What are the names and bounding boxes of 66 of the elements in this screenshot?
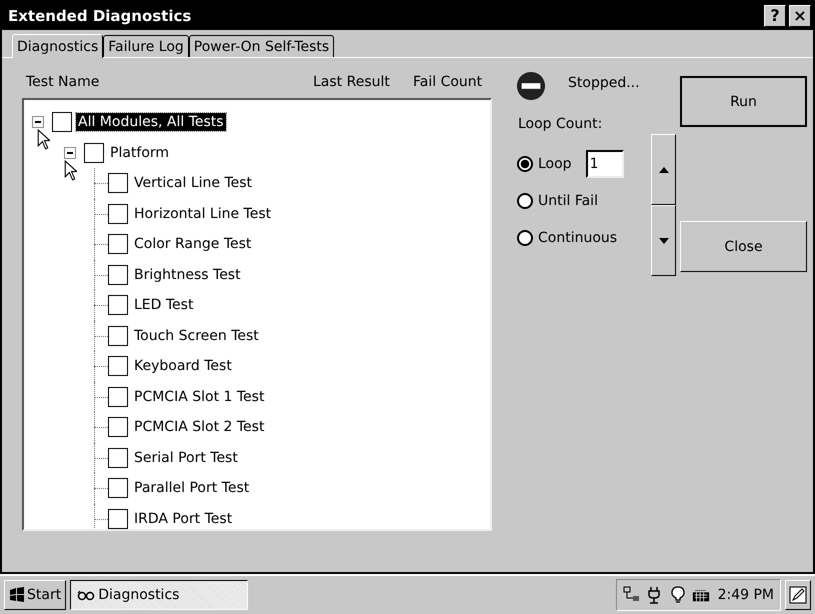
checkbox[interactable] [108, 448, 128, 468]
checkbox[interactable] [108, 508, 128, 529]
tree-item[interactable]: Parallel Port Test [132, 479, 252, 498]
expander-icon[interactable] [64, 146, 76, 159]
tree-item[interactable]: IRDA Port Test [132, 510, 234, 528]
start-button[interactable]: Start [4, 580, 66, 610]
radio-label: Loop [538, 156, 572, 172]
tab[interactable]: Power-On Self-Tests [188, 35, 334, 57]
checkbox[interactable] [52, 112, 72, 132]
network-icon [622, 586, 641, 604]
run-button[interactable]: Run [680, 76, 807, 127]
pointer-icon [37, 129, 50, 150]
tab[interactable]: Failure Log [103, 35, 189, 57]
checkbox[interactable] [84, 142, 104, 163]
desktop-button[interactable] [785, 580, 811, 610]
checkbox[interactable] [108, 386, 128, 407]
spin-up-button[interactable] [651, 134, 676, 205]
checkbox[interactable] [108, 295, 128, 316]
checkbox[interactable] [108, 234, 128, 254]
tree-item[interactable]: Color Range Test [132, 235, 254, 254]
tree-item[interactable]: LED Test [132, 296, 196, 314]
checkbox[interactable] [108, 173, 128, 194]
windows-flag-icon [9, 587, 25, 603]
window-title: Extended Diagnostics [8, 7, 192, 25]
tree-item[interactable]: Vertical Line Test [132, 174, 254, 192]
tree-item[interactable]: Touch Screen Test [132, 326, 261, 345]
spin-down-button[interactable] [651, 205, 676, 276]
column-header: Last Result [313, 74, 391, 90]
radio-button[interactable] [517, 156, 533, 172]
tree-item[interactable]: PCMCIA Slot 1 Test [132, 388, 266, 406]
radio-button[interactable] [517, 192, 533, 208]
column-header: Test Name [25, 74, 100, 90]
tab[interactable]: Diagnostics [12, 34, 104, 58]
taskbar-button[interactable]: Diagnostics [70, 580, 248, 610]
tree-item[interactable]: Brightness Test [132, 266, 243, 284]
close-button[interactable]: × [789, 5, 811, 27]
checkbox[interactable] [108, 264, 128, 285]
tree-item[interactable]: Keyboard Test [132, 357, 234, 376]
pointer-icon [64, 160, 77, 181]
help-button[interactable]: ? [764, 5, 786, 27]
clock-text: 2:49 PM [718, 587, 774, 603]
tree-item[interactable]: Platform [108, 144, 172, 162]
checkbox[interactable] [108, 356, 128, 376]
column-header: Fail Count [413, 74, 482, 90]
stop-icon [516, 71, 546, 101]
radio-label: Continuous [538, 230, 618, 246]
checkbox[interactable] [108, 478, 128, 498]
lightbulb-icon [668, 586, 687, 604]
glasses-icon [77, 589, 96, 601]
close-button[interactable]: Close [680, 221, 807, 272]
tree-item[interactable]: PCMCIA Slot 2 Test [132, 418, 266, 436]
status-text: Stopped... [568, 75, 640, 91]
tree-item[interactable]: All Modules, All Tests [76, 113, 226, 132]
tree-item[interactable]: Horizontal Line Test [132, 204, 274, 223]
down-arrow-icon [658, 238, 668, 244]
pencil-icon [789, 586, 807, 604]
checkbox[interactable] [108, 204, 128, 224]
expander-icon[interactable] [32, 116, 44, 128]
loop-count-label: Loop Count: [518, 116, 604, 134]
up-arrow-icon [658, 166, 668, 172]
checkbox[interactable] [108, 326, 128, 346]
radio-button[interactable] [517, 230, 533, 246]
checkbox[interactable] [108, 417, 128, 438]
loop-count-field[interactable]: 1 [586, 150, 624, 178]
tree-item[interactable]: Serial Port Test [132, 448, 240, 467]
radio-label: Until Fail [538, 192, 598, 208]
